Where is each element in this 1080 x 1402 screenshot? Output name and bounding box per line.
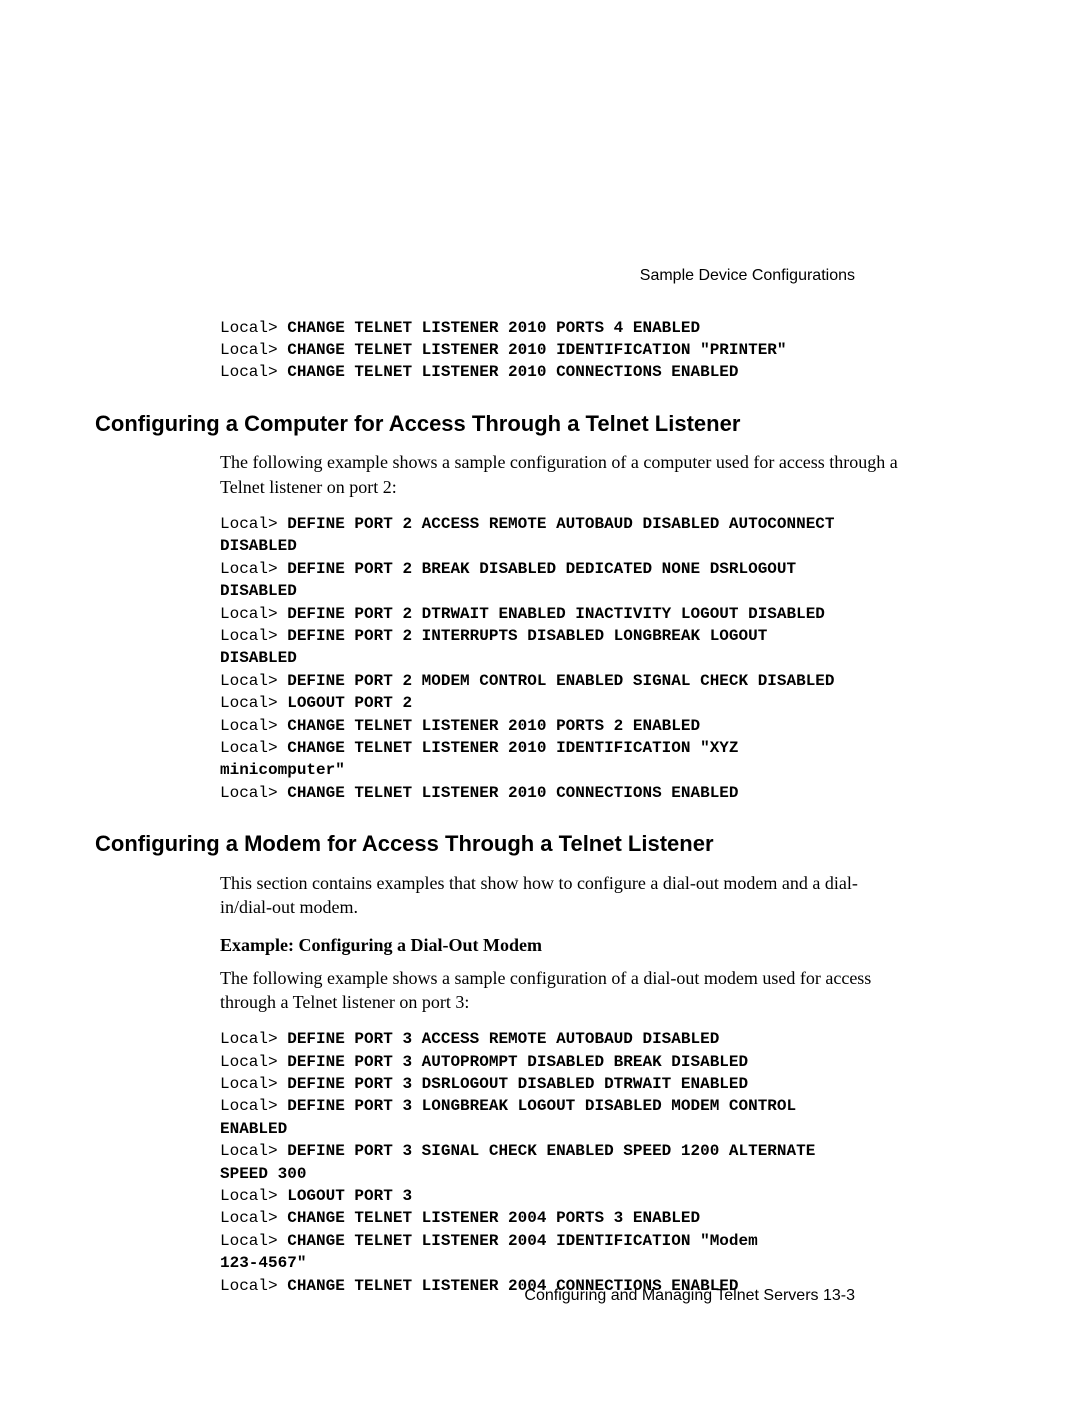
running-head: Sample Device Configurations [95, 265, 960, 287]
prompt: Local> [220, 1097, 287, 1115]
prompt: Local> [220, 1030, 287, 1048]
code-block-modem: Local> DEFINE PORT 3 ACCESS REMOTE AUTOB… [95, 1028, 960, 1297]
prompt: Local> [220, 363, 287, 381]
prompt: Local> [220, 319, 287, 337]
prompt: Local> [220, 1142, 287, 1160]
cmd: DISABLED [220, 537, 297, 555]
cmd: DISABLED [220, 649, 297, 667]
section-heading-computer: Configuring a Computer for Access Throug… [95, 409, 960, 439]
cmd: CHANGE TELNET LISTENER 2004 IDENTIFICATI… [287, 1232, 757, 1250]
cmd: SPEED 300 [220, 1165, 306, 1183]
prompt: Local> [220, 560, 287, 578]
cmd: ENABLED [220, 1120, 287, 1138]
cmd: CHANGE TELNET LISTENER 2010 PORTS 2 ENAB… [287, 717, 700, 735]
page-footer: Configuring and Managing Telnet Servers … [524, 1285, 855, 1307]
prompt: Local> [220, 605, 287, 623]
prompt: Local> [220, 717, 287, 735]
prompt: Local> [220, 1075, 287, 1093]
prompt: Local> [220, 672, 287, 690]
cmd: DEFINE PORT 2 BREAK DISABLED DEDICATED N… [287, 560, 796, 578]
prompt: Local> [220, 739, 287, 757]
cmd: LOGOUT PORT 3 [287, 1187, 412, 1205]
cmd: CHANGE TELNET LISTENER 2010 CONNECTIONS … [287, 784, 738, 802]
cmd: LOGOUT PORT 2 [287, 694, 412, 712]
prompt: Local> [220, 341, 287, 359]
cmd: CHANGE TELNET LISTENER 2010 PORTS 4 ENAB… [287, 319, 700, 337]
example-subhead: Example: Configuring a Dial-Out Modem [95, 933, 960, 957]
cmd: DEFINE PORT 2 ACCESS REMOTE AUTOBAUD DIS… [287, 515, 834, 533]
cmd: 123-4567" [220, 1254, 306, 1272]
prompt: Local> [220, 784, 287, 802]
prompt: Local> [220, 1277, 287, 1295]
cmd: CHANGE TELNET LISTENER 2010 IDENTIFICATI… [287, 739, 738, 757]
prompt: Local> [220, 1232, 287, 1250]
cmd: CHANGE TELNET LISTENER 2010 IDENTIFICATI… [287, 341, 786, 359]
cmd: CHANGE TELNET LISTENER 2010 CONNECTIONS … [287, 363, 738, 381]
cmd: CHANGE TELNET LISTENER 2004 PORTS 3 ENAB… [287, 1209, 700, 1227]
cmd: DISABLED [220, 582, 297, 600]
prompt: Local> [220, 627, 287, 645]
section2-intro: This section contains examples that show… [95, 871, 960, 920]
cmd: DEFINE PORT 2 INTERRUPTS DISABLED LONGBR… [287, 627, 767, 645]
page: Sample Device Configurations Local> CHAN… [0, 0, 1080, 1402]
cmd: DEFINE PORT 2 MODEM CONTROL ENABLED SIGN… [287, 672, 834, 690]
prompt: Local> [220, 1187, 287, 1205]
cmd: DEFINE PORT 3 LONGBREAK LOGOUT DISABLED … [287, 1097, 796, 1115]
prompt: Local> [220, 515, 287, 533]
cmd: DEFINE PORT 3 ACCESS REMOTE AUTOBAUD DIS… [287, 1030, 719, 1048]
section1-intro: The following example shows a sample con… [95, 450, 960, 499]
code-block-computer: Local> DEFINE PORT 2 ACCESS REMOTE AUTOB… [95, 513, 960, 804]
cmd: DEFINE PORT 3 SIGNAL CHECK ENABLED SPEED… [287, 1142, 815, 1160]
cmd: DEFINE PORT 3 AUTOPROMPT DISABLED BREAK … [287, 1053, 748, 1071]
section2-subintro: The following example shows a sample con… [95, 966, 960, 1015]
cmd: DEFINE PORT 3 DSRLOGOUT DISABLED DTRWAIT… [287, 1075, 748, 1093]
prompt: Local> [220, 694, 287, 712]
code-block-printer: Local> CHANGE TELNET LISTENER 2010 PORTS… [95, 317, 960, 384]
prompt: Local> [220, 1209, 287, 1227]
prompt: Local> [220, 1053, 287, 1071]
cmd: minicomputer" [220, 761, 345, 779]
cmd: DEFINE PORT 2 DTRWAIT ENABLED INACTIVITY… [287, 605, 825, 623]
section-heading-modem: Configuring a Modem for Access Through a… [95, 829, 960, 859]
